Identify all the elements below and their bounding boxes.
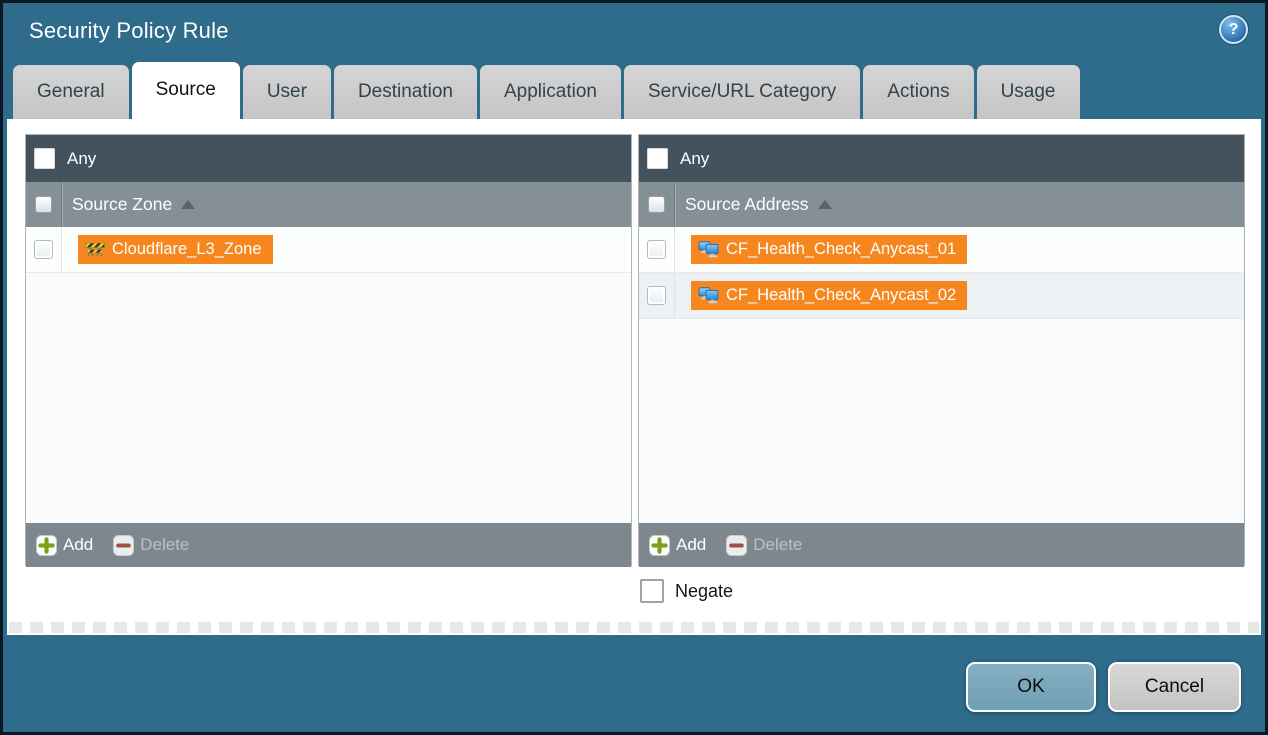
source-address-any-label: Any xyxy=(680,149,709,169)
source-address-footer: Add Delete xyxy=(639,523,1244,567)
delete-address-button[interactable]: Delete xyxy=(726,535,802,556)
add-zone-button[interactable]: Add xyxy=(36,535,93,556)
source-zone-any-row: Any xyxy=(26,135,631,182)
source-zone-panel: Any Source Zone xyxy=(25,134,632,566)
header-checkbox-cell xyxy=(26,182,62,227)
source-address-list: CF_Health_Check_Anycast_01 xyxy=(639,227,1244,523)
source-zone-footer: Add Delete xyxy=(26,523,631,567)
dialog-actions: OK Cancel xyxy=(966,662,1241,712)
address-row-checkbox[interactable] xyxy=(647,240,666,259)
tab-user[interactable]: User xyxy=(243,65,331,119)
source-zone-any-checkbox[interactable] xyxy=(34,148,55,169)
tab-application[interactable]: Application xyxy=(480,65,621,119)
tab-source[interactable]: Source xyxy=(132,62,240,119)
cancel-button[interactable]: Cancel xyxy=(1108,662,1241,712)
address-row-checkbox[interactable] xyxy=(647,286,666,305)
source-address-select-all-checkbox[interactable] xyxy=(648,196,665,213)
address-item-chip[interactable]: CF_Health_Check_Anycast_02 xyxy=(691,281,967,310)
tab-general[interactable]: General xyxy=(13,65,129,119)
source-zone-column-label: Source Zone xyxy=(72,194,172,215)
table-row: Cloudflare_L3_Zone xyxy=(26,227,631,273)
tab-destination[interactable]: Destination xyxy=(334,65,477,119)
row-checkbox-cell xyxy=(639,273,675,318)
source-zone-list: Cloudflare_L3_Zone xyxy=(26,227,631,523)
tab-actions[interactable]: Actions xyxy=(863,65,973,119)
address-icon xyxy=(698,287,719,304)
tab-usage[interactable]: Usage xyxy=(977,65,1080,119)
negate-row: Negate xyxy=(640,579,733,603)
table-row: CF_Health_Check_Anycast_01 xyxy=(639,227,1244,273)
zone-icon xyxy=(85,242,105,257)
zone-row-checkbox[interactable] xyxy=(34,240,53,259)
delete-label: Delete xyxy=(753,535,802,555)
add-address-button[interactable]: Add xyxy=(649,535,706,556)
source-zone-column-header[interactable]: Source Zone xyxy=(26,182,631,227)
delete-zone-button[interactable]: Delete xyxy=(113,535,189,556)
source-zone-select-all-checkbox[interactable] xyxy=(35,196,52,213)
address-icon xyxy=(698,241,719,258)
security-policy-rule-dialog: Security Policy Rule ? General Source Us… xyxy=(0,0,1268,735)
source-address-any-checkbox[interactable] xyxy=(647,148,668,169)
help-icon[interactable]: ? xyxy=(1219,15,1248,44)
row-checkbox-cell xyxy=(639,227,675,272)
source-address-column-header[interactable]: Source Address xyxy=(639,182,1244,227)
add-label: Add xyxy=(63,535,93,555)
source-address-panel: Any Source Address xyxy=(638,134,1245,566)
minus-icon xyxy=(726,535,747,556)
plus-icon xyxy=(36,535,57,556)
title-bar: Security Policy Rule ? xyxy=(3,3,1265,62)
source-address-column-label: Source Address xyxy=(685,194,809,215)
header-checkbox-cell xyxy=(639,182,675,227)
sort-ascending-icon xyxy=(818,200,832,209)
address-item-label: CF_Health_Check_Anycast_02 xyxy=(726,286,956,305)
sort-ascending-icon xyxy=(181,200,195,209)
plus-icon xyxy=(649,535,670,556)
address-item-chip[interactable]: CF_Health_Check_Anycast_01 xyxy=(691,235,967,264)
ok-button[interactable]: OK xyxy=(966,662,1096,712)
minus-icon xyxy=(113,535,134,556)
negate-checkbox[interactable] xyxy=(640,579,664,603)
add-label: Add xyxy=(676,535,706,555)
delete-label: Delete xyxy=(140,535,189,555)
dialog-title: Security Policy Rule xyxy=(29,18,229,44)
source-zone-any-label: Any xyxy=(67,149,96,169)
tab-bar: General Source User Destination Applicat… xyxy=(13,62,1080,119)
resize-grip xyxy=(9,622,1259,633)
tab-service-url-category[interactable]: Service/URL Category xyxy=(624,65,860,119)
row-checkbox-cell xyxy=(26,227,62,272)
table-row: CF_Health_Check_Anycast_02 xyxy=(639,273,1244,319)
source-tab-content: Any Source Zone xyxy=(7,119,1261,635)
source-address-any-row: Any xyxy=(639,135,1244,182)
zone-item-label: Cloudflare_L3_Zone xyxy=(112,240,262,259)
negate-label: Negate xyxy=(675,581,733,602)
address-item-label: CF_Health_Check_Anycast_01 xyxy=(726,240,956,259)
zone-item-chip[interactable]: Cloudflare_L3_Zone xyxy=(78,235,273,264)
